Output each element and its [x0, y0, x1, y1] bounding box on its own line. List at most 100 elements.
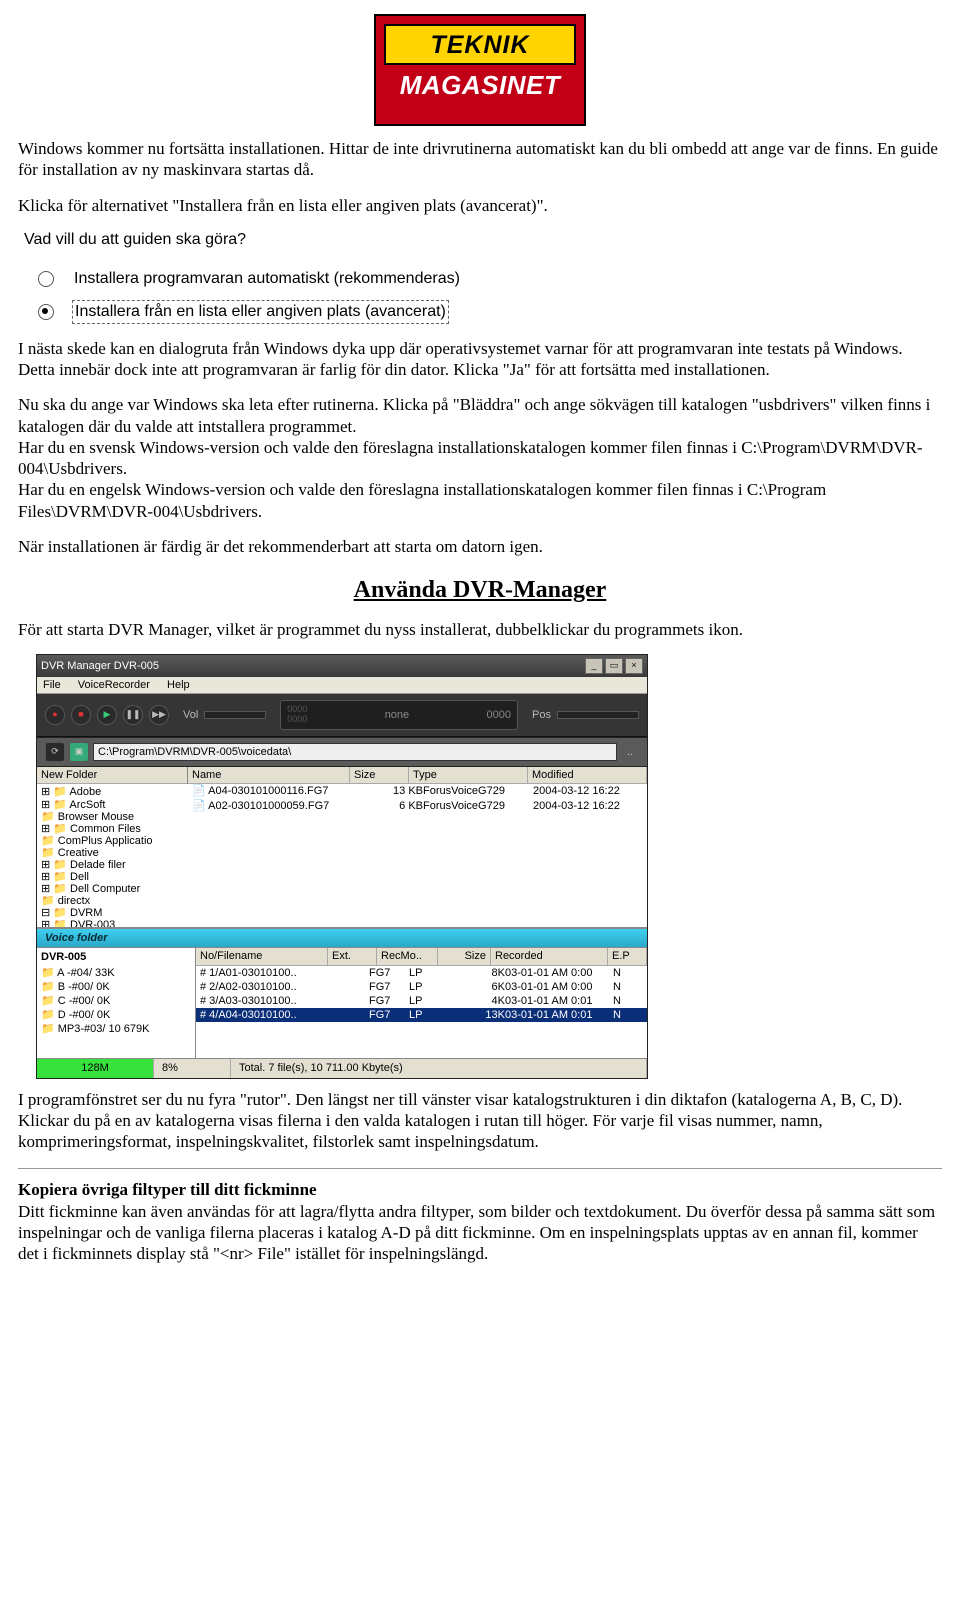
section-title: Använda DVR-Manager [18, 575, 942, 605]
rcol-recmode[interactable]: RecMo.. [377, 948, 438, 964]
wizard-option-1[interactable]: Installera från en lista eller angiven p… [38, 300, 942, 324]
paragraph-copy: Kopiera övriga filtyper till ditt fickmi… [18, 1179, 942, 1264]
file-row[interactable]: 📄 A04-030101000116.FG713 KBForusVoiceG72… [188, 784, 647, 798]
tree-item[interactable]: ⊞ 📁 DVR-003 [41, 919, 191, 927]
titlebar: DVR Manager DVR-005 _ ▭ × [37, 655, 647, 677]
pos-label: Pos [532, 709, 551, 721]
col-size[interactable]: Size [350, 767, 409, 783]
path-input[interactable]: C:\Program\DVRM\DVR-005\voicedata\ [93, 743, 617, 761]
vol-label: Vol [183, 709, 198, 721]
rcol-size[interactable]: Size [438, 948, 491, 964]
voice-folder-item[interactable]: 📁 D -#00/ 0K [41, 1008, 191, 1022]
record-row[interactable]: # 4/A04-03010100..FG7LP13K03-01-01 AM 0:… [196, 1008, 647, 1022]
tree-item[interactable]: 📁 ComPlus Applicatio [41, 835, 191, 847]
player-bar: ● ■ ▶ ❚❚ ▶▶ Vol 00000000 none 0000 Pos [37, 694, 647, 737]
folder-button[interactable]: ▣ [69, 742, 89, 762]
rcol-no[interactable]: No/Filename [196, 948, 328, 964]
path-ellipsis[interactable]: .. [621, 746, 639, 758]
app-screenshot: DVR Manager DVR-005 _ ▭ × File VoiceReco… [36, 654, 942, 1078]
tree-item[interactable]: ⊞ 📁 Delade filer [41, 859, 191, 871]
tree-item[interactable]: ⊞ 📁 ArcSoft [41, 799, 191, 811]
explorer-pane: New Folder ⊞ 📁 Adobe⊞ 📁 ArcSoft 📁 Browse… [37, 767, 647, 928]
menu-file[interactable]: File [43, 679, 61, 691]
wizard-option-label: Installera från en lista eller angiven p… [72, 300, 449, 324]
paragraph-4c: Har du en engelsk Windows-version och va… [18, 480, 826, 520]
voice-folders[interactable]: DVR-005 📁 A -#04/ 33K📁 B -#00/ 0K📁 C -#0… [37, 948, 196, 1058]
record-row[interactable]: # 2/A02-03010100..FG7LP6K03-01-01 AM 0:0… [196, 980, 647, 994]
tree-item[interactable]: 📁 Browser Mouse [41, 811, 191, 823]
pause-button[interactable]: ❚❚ [123, 705, 143, 725]
copy-title: Kopiera övriga filtyper till ditt fickmi… [18, 1180, 317, 1199]
tree-header: New Folder [37, 767, 187, 784]
file-row[interactable]: 📄 A02-030101000059.FG76 KBForusVoiceG729… [188, 799, 647, 813]
voice-folder-item[interactable]: 📁 C -#00/ 0K [41, 994, 191, 1008]
voice-folder-item[interactable]: 📁 MP3-#03/ 10 679K [41, 1022, 191, 1036]
tree-item[interactable]: ⊞ 📁 Dell [41, 871, 191, 883]
paragraph-1: Windows kommer nu fortsätta installation… [18, 138, 942, 181]
menu-help[interactable]: Help [167, 679, 190, 691]
tree-item[interactable]: ⊟ 📁 DVRM [41, 907, 191, 919]
rcol-ext[interactable]: Ext. [328, 948, 377, 964]
col-modified[interactable]: Modified [528, 767, 647, 783]
file-list-header: Name Size Type Modified [188, 767, 647, 784]
tree-item[interactable]: ⊞ 📁 Common Files [41, 823, 191, 835]
status-bar: 128M 8% Total. 7 file(s), 10 711.00 Kbyt… [37, 1058, 647, 1077]
tree-item[interactable]: 📁 directx [41, 895, 191, 907]
menu-voicerecorder[interactable]: VoiceRecorder [78, 679, 150, 691]
lcd-display: 00000000 none 0000 [280, 700, 518, 730]
paragraph-5: När installationen är färdig är det reko… [18, 536, 942, 557]
voice-folder-item[interactable]: 📁 B -#00/ 0K [41, 980, 191, 994]
bottom-pane: DVR-005 📁 A -#04/ 33K📁 B -#00/ 0K📁 C -#0… [37, 948, 647, 1058]
wizard-question: Vad vill du att guiden ska göra? [24, 230, 942, 250]
status-memory: 128M [37, 1059, 154, 1077]
vol-slider[interactable] [204, 711, 266, 719]
lcd-center: none [385, 709, 409, 721]
col-type[interactable]: Type [409, 767, 528, 783]
tree-item[interactable]: ⊞ 📁 Dell Computer [41, 883, 191, 895]
voice-folder-item[interactable]: 📁 A -#04/ 33K [41, 966, 191, 980]
tree-item[interactable]: 📁 Creative [41, 847, 191, 859]
record-button[interactable]: ● [45, 705, 65, 725]
record-row[interactable]: # 1/A01-03010100..FG7LP8K03-01-01 AM 0:0… [196, 966, 647, 980]
tree-item[interactable]: ⊞ 📁 Adobe [41, 786, 191, 798]
folder-tree[interactable]: ⊞ 📁 Adobe⊞ 📁 ArcSoft 📁 Browser Mouse⊞ 📁 … [37, 784, 196, 927]
status-total: Total. 7 file(s), 10 711.00 Kbyte(s) [231, 1059, 647, 1077]
paragraph-3: I nästa skede kan en dialogruta från Win… [18, 338, 942, 381]
minimize-button[interactable]: _ [585, 658, 603, 674]
wizard-box: Vad vill du att guiden ska göra? Install… [24, 230, 942, 324]
paragraph-4b: Har du en svensk Windows-version och val… [18, 438, 923, 478]
play-button[interactable]: ▶ [97, 705, 117, 725]
next-button[interactable]: ▶▶ [149, 705, 169, 725]
lcd-left: 00000000 [287, 705, 307, 725]
rcol-recorded[interactable]: Recorded [491, 948, 608, 964]
paragraph-4a: Nu ska du ange var Windows ska leta efte… [18, 395, 930, 435]
col-name[interactable]: Name [188, 767, 350, 783]
voice-folder-title: Voice folder [37, 928, 647, 948]
refresh-button[interactable]: ⟳ [45, 742, 65, 762]
radio-icon[interactable] [38, 304, 54, 320]
header-logo: TEKNIK MAGASINET [18, 14, 942, 126]
folders-head: DVR-005 [41, 950, 191, 964]
copy-body: Ditt fickminne kan även användas för att… [18, 1202, 935, 1264]
radio-icon[interactable] [38, 271, 54, 287]
lcd-right: 0000 [487, 709, 511, 721]
file-list: Name Size Type Modified 📄 A04-0301010001… [188, 767, 647, 927]
rcol-ep[interactable]: E.P [608, 948, 647, 964]
paragraph-7: I programfönstret ser du nu fyra "rutor"… [18, 1089, 942, 1153]
pos-slider[interactable] [557, 711, 639, 719]
menubar: File VoiceRecorder Help [37, 677, 647, 694]
separator [18, 1168, 942, 1169]
record-header: No/Filename Ext. RecMo.. Size Recorded E… [196, 948, 647, 965]
stop-button[interactable]: ■ [71, 705, 91, 725]
maximize-button[interactable]: ▭ [605, 658, 623, 674]
close-button[interactable]: × [625, 658, 643, 674]
paragraph-6: För att starta DVR Manager, vilket är pr… [18, 619, 942, 640]
path-toolbar: ⟳ ▣ C:\Program\DVRM\DVR-005\voicedata\ .… [37, 737, 647, 767]
wizard-option-0[interactable]: Installera programvaran automatiskt (rek… [38, 268, 942, 290]
record-row[interactable]: # 3/A03-03010100..FG7LP4K03-01-01 AM 0:0… [196, 994, 647, 1008]
logo-line2: MAGASINET [384, 69, 576, 102]
window-title: DVR Manager DVR-005 [41, 660, 159, 672]
paragraph-4: Nu ska du ange var Windows ska leta efte… [18, 394, 942, 522]
record-list: No/Filename Ext. RecMo.. Size Recorded E… [196, 948, 647, 1058]
logo-line1: TEKNIK [384, 24, 576, 65]
